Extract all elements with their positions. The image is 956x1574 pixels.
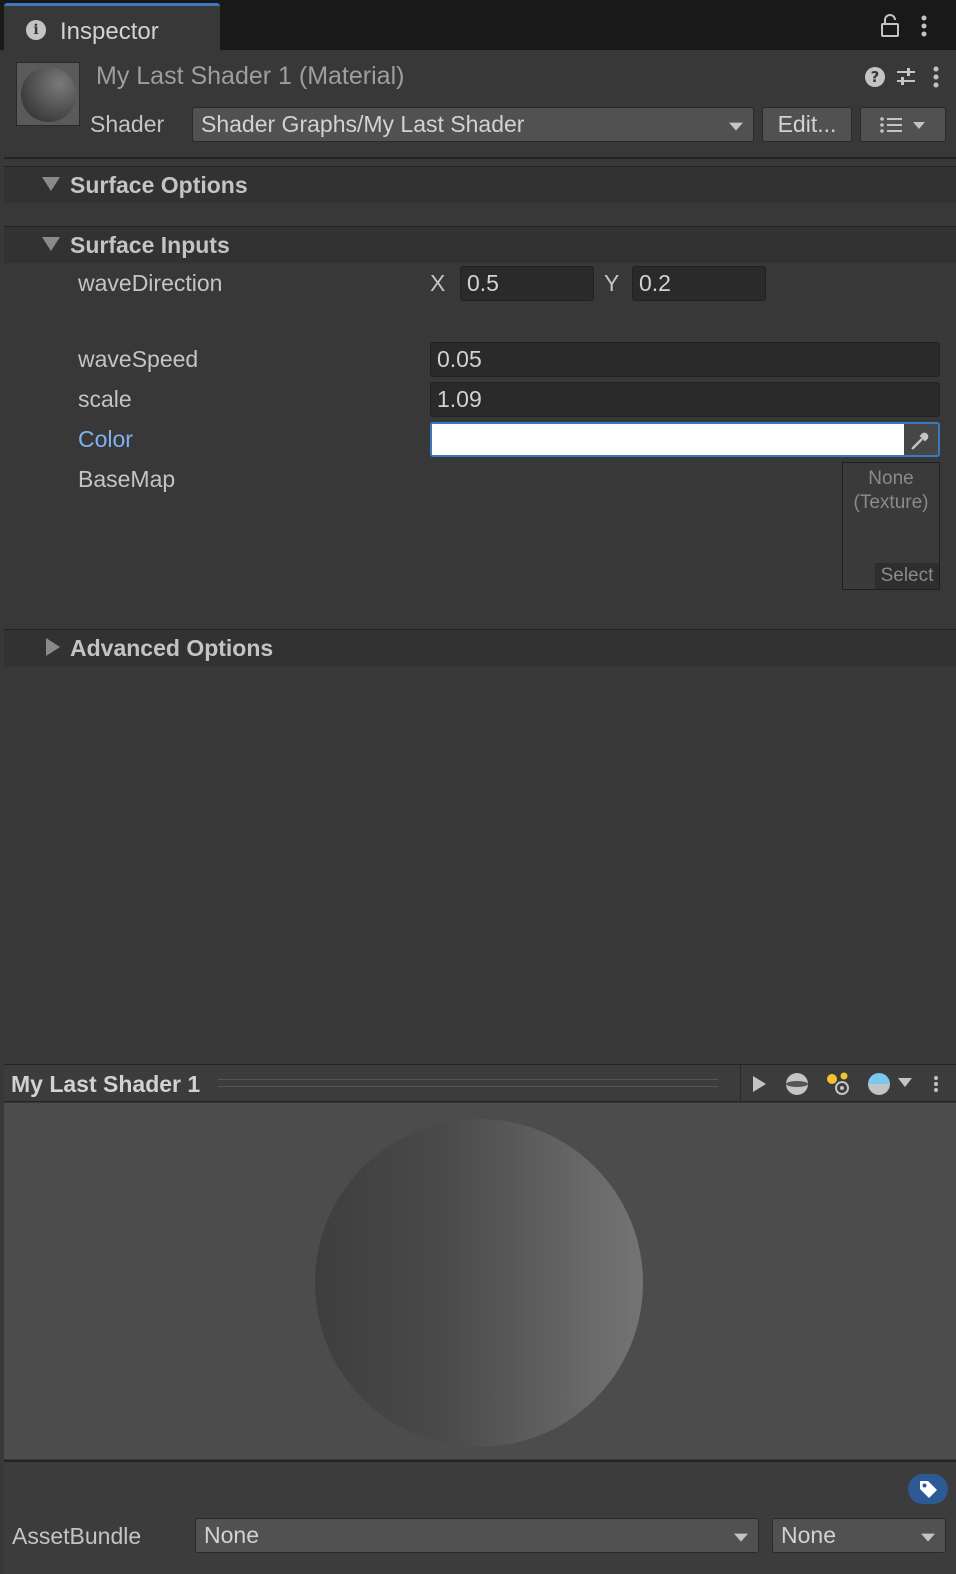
chevron-down-icon [729,122,743,131]
preview-sky-icon[interactable] [863,1069,895,1099]
preview-menu-icon[interactable] [928,1071,944,1097]
component-menu-icon[interactable] [928,64,944,90]
shader-options-button[interactable] [860,107,946,142]
asset-bundle-variant-value: None [781,1522,836,1548]
section-surface-options[interactable]: Surface Options [4,167,956,203]
color-field[interactable] [430,422,940,457]
shader-dropdown-value: Shader Graphs/My Last Shader [201,111,525,137]
scale-field[interactable]: 1.09 [430,382,940,417]
shader-label: Shader [90,111,165,137]
section-advanced-options-title: Advanced Options [70,635,274,661]
foldout-collapsed-icon [46,638,60,656]
label-tag-icon[interactable] [908,1474,948,1504]
texture-select-button[interactable]: Select [875,563,939,589]
svg-text:?: ? [871,68,880,86]
asset-bundle-variant-dropdown[interactable]: None [772,1518,946,1553]
footer-panel [4,1460,956,1574]
chevron-down-icon [921,1533,935,1542]
shader-dropdown[interactable]: Shader Graphs/My Last Shader [192,107,754,142]
header-divider [4,157,956,159]
info-icon: i [26,20,46,40]
base-map-texture-slot[interactable]: None (Texture) Select [842,462,940,590]
wave-direction-y-field[interactable]: 0.2 [632,266,766,301]
preview-header[interactable]: My Last Shader 1 [4,1064,956,1102]
wave-direction-x-field[interactable]: 0.5 [460,266,594,301]
material-title: My Last Shader 1 (Material) [96,62,405,90]
chevron-down-icon[interactable] [898,1078,912,1087]
chevron-down-icon [734,1533,748,1542]
material-thumbnail [16,62,80,126]
lock-icon[interactable] [876,12,904,40]
wave-speed-field[interactable]: 0.05 [430,342,940,377]
section-surface-inputs-title: Surface Inputs [70,232,230,258]
preview-drag-handle[interactable] [218,1079,718,1087]
wave-direction-x-label[interactable]: X [430,270,445,297]
base-map-label[interactable]: BaseMap [78,466,175,493]
asset-bundle-dropdown[interactable]: None [195,1518,759,1553]
texture-type-label: (Texture) [853,492,929,513]
foldout-expanded-icon [42,177,60,191]
wave-direction-y-label[interactable]: Y [604,270,619,297]
play-icon[interactable] [744,1069,774,1099]
section-surface-inputs[interactable]: Surface Inputs [4,227,956,263]
section-surface-options-title: Surface Options [70,172,248,198]
tab-menu-icon[interactable] [914,12,934,40]
eyedropper-icon[interactable] [904,424,938,455]
foldout-expanded-icon [42,237,60,251]
asset-bundle-label: AssetBundle [12,1523,142,1549]
section-advanced-options[interactable]: Advanced Options [4,630,956,666]
tab-inspector[interactable]: i Inspector [4,3,220,50]
edit-button[interactable]: Edit... [762,107,852,142]
preview-title: My Last Shader 1 [11,1071,201,1097]
preview-shape-icon[interactable] [781,1069,813,1099]
scale-label[interactable]: scale [78,386,132,413]
color-label[interactable]: Color [78,426,133,453]
tab-inspector-label: Inspector [60,18,159,45]
preview-sphere[interactable] [315,1119,643,1447]
presets-icon[interactable] [893,64,919,90]
help-icon[interactable]: ? [862,64,888,90]
asset-bundle-value: None [204,1522,259,1548]
color-swatch[interactable] [432,424,904,455]
wave-direction-label[interactable]: waveDirection [78,270,222,297]
wave-speed-label[interactable]: waveSpeed [78,346,198,373]
preview-lighting-icon[interactable] [822,1069,854,1099]
texture-none-label: None [868,468,914,489]
